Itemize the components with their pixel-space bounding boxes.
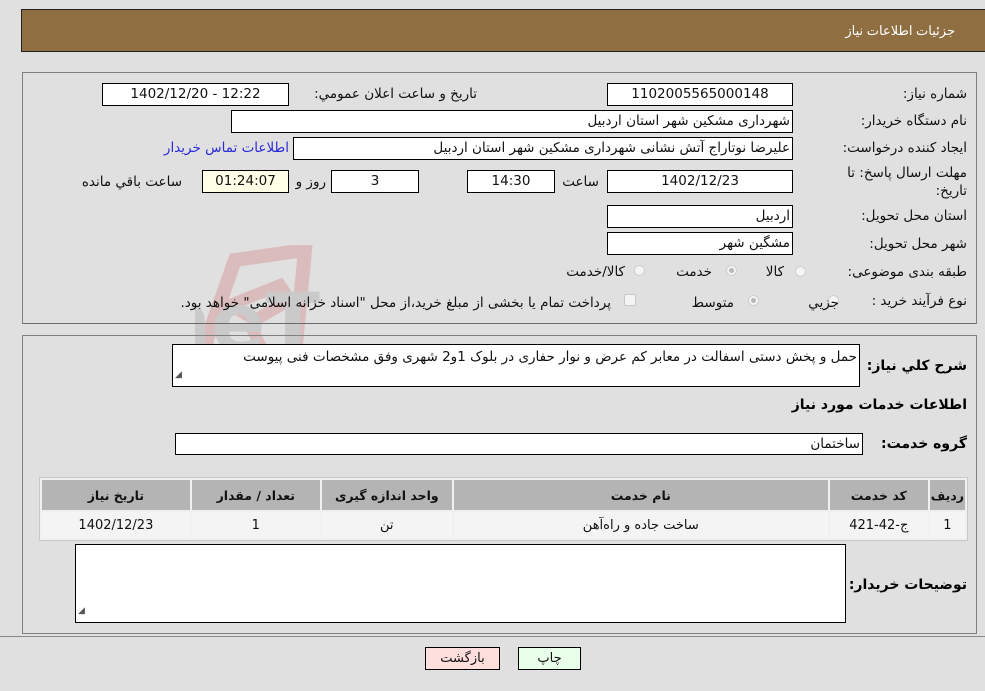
table-header-row: ردیف کد خدمت نام خدمت واحد اندازه گیری ت…	[42, 480, 965, 510]
resize-handle-icon[interactable]: ◢	[175, 365, 182, 385]
buyer-org-field: شهرداری مشکین شهر استان اردبیل	[231, 110, 793, 133]
days-remaining-field: 3	[331, 170, 419, 193]
need-number-label: شماره نیاز:	[902, 86, 967, 102]
col-header-quantity: تعداد / مقدار	[191, 480, 320, 510]
category-radio-goods[interactable]	[795, 266, 806, 277]
cell-service-name: ساخت جاده و راه‌آهن	[453, 512, 828, 538]
deadline-date-field: 1402/12/23	[607, 170, 793, 193]
category-radio-goods-service[interactable]	[634, 265, 645, 276]
services-section-title: اطلاعات خدمات مورد نیاز	[791, 397, 967, 413]
col-header-unit: واحد اندازه گیری	[321, 480, 452, 510]
city-label: شهر محل تحویل:	[869, 236, 967, 252]
resize-handle-icon[interactable]: ◢	[78, 601, 85, 621]
purchase-type-label: نوع فرآیند خرید :	[871, 293, 967, 309]
province-field: اردبیل	[607, 205, 793, 228]
service-group-field: ساختمان	[175, 433, 863, 455]
deadline-time-label: ساعت	[562, 174, 599, 190]
col-header-need-date: تاریخ نیاز	[42, 480, 190, 510]
treasury-bonds-checkbox[interactable]	[624, 294, 636, 306]
time-remaining-field: 01:24:07	[202, 170, 289, 193]
page-title: جزئیات اطلاعات نیاز	[845, 23, 955, 38]
cell-quantity: 1	[191, 512, 320, 538]
buyer-notes-label: توضیحات خریدار:	[848, 577, 967, 593]
cell-service-code: ج-42-421	[829, 512, 928, 538]
buyer-notes-textarea[interactable]: ◢	[75, 544, 846, 623]
service-group-label: گروه خدمت:	[881, 436, 967, 452]
category-option-goods-service: کالا/خدمت	[566, 264, 625, 280]
treasury-bonds-note: پرداخت تمام یا بخشی از مبلغ خرید،از محل …	[180, 295, 611, 311]
category-label: طبقه بندی موضوعی:	[847, 264, 967, 280]
category-radio-service[interactable]	[726, 265, 737, 276]
col-header-service-code: کد خدمت	[829, 480, 928, 510]
col-header-service-name: نام خدمت	[453, 480, 828, 510]
page-header: جزئیات اطلاعات نیاز	[21, 9, 985, 52]
deadline-time-field: 14:30	[467, 170, 555, 193]
deadline-label: مهلت ارسال پاسخ: تا تاریخ:	[847, 165, 967, 199]
back-button[interactable]: بازگشت	[425, 647, 500, 670]
cell-need-date: 1402/12/23	[42, 512, 190, 538]
purchase-type-option-minor: جزيي	[808, 295, 839, 311]
buyer-org-label: نام دستگاه خریدار:	[860, 113, 967, 129]
announce-datetime-field: 1402/12/20 - 12:22	[102, 83, 289, 106]
description-textarea[interactable]: حمل و پخش دستی اسفالت در معابر کم عرض و …	[172, 344, 860, 387]
days-label: روز و	[295, 174, 326, 190]
description-text: حمل و پخش دستی اسفالت در معابر کم عرض و …	[243, 349, 857, 365]
buyer-contact-link[interactable]: اطلاعات تماس خریدار	[164, 140, 289, 156]
city-field: مشگین شهر	[607, 232, 793, 255]
print-button[interactable]: چاپ	[518, 647, 581, 670]
table-row: 1 ج-42-421 ساخت جاده و راه‌آهن تن 1 1402…	[42, 512, 965, 538]
province-label: استان محل تحویل:	[861, 208, 967, 224]
need-number-field: 1102005565000148	[607, 83, 793, 106]
description-label: شرح کلي نياز:	[866, 358, 967, 374]
footer-divider	[0, 636, 985, 637]
category-option-goods: کالا	[765, 264, 784, 280]
announce-datetime-label: تاريخ و ساعت اعلان عمومي:	[314, 86, 477, 102]
requester-field: علیرضا نوتاراج آتش نشانی شهرداری مشکین ش…	[293, 137, 793, 160]
purchase-type-option-medium: متوسط	[691, 295, 734, 311]
col-header-row-number: ردیف	[929, 480, 965, 510]
cell-unit: تن	[321, 512, 452, 538]
requester-label: ایجاد کننده درخواست:	[842, 140, 967, 156]
cell-row-number: 1	[929, 512, 965, 538]
purchase-type-radio-medium[interactable]	[748, 295, 759, 306]
category-option-service: خدمت	[676, 264, 712, 280]
time-remaining-label: ساعت باقي مانده	[81, 174, 182, 190]
services-table: ردیف کد خدمت نام خدمت واحد اندازه گیری ت…	[39, 477, 968, 541]
